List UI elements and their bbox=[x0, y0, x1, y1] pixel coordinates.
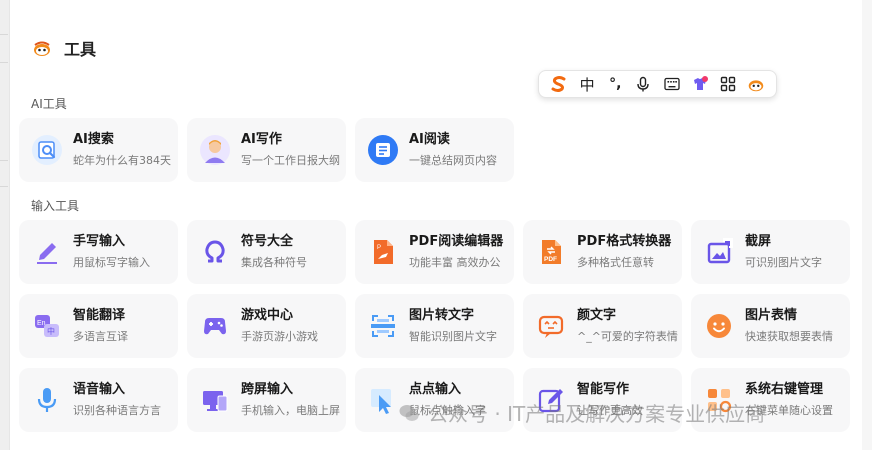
panel-title: 工具 bbox=[64, 40, 97, 59]
keyboard-icon[interactable] bbox=[661, 73, 683, 95]
tool-card-game-center[interactable]: 游戏中心手游页游小游戏 bbox=[187, 294, 346, 358]
sticker-icon bbox=[703, 310, 735, 342]
tool-card-ai-reading[interactable]: AI阅读一键总结网页内容 bbox=[355, 118, 514, 182]
tool-card-right-click[interactable]: 系统右键管理 右键菜单随心设置 bbox=[691, 368, 850, 432]
tool-name: 符号大全 bbox=[241, 234, 294, 249]
cross-screen-icon bbox=[199, 384, 231, 416]
svg-text:P: P bbox=[377, 245, 381, 251]
tool-card-handwriting[interactable]: 手写输入用鼠标写字输入 bbox=[19, 220, 178, 284]
tool-card-pdf-converter[interactable]: PDF PDF格式转换器 多种格式任意转 bbox=[523, 220, 682, 284]
handwriting-icon bbox=[31, 236, 63, 268]
tool-desc: 集成各种符号 bbox=[241, 256, 307, 269]
ime-status-toolbar: 中 °, bbox=[538, 70, 777, 98]
tool-name: 智能翻译 bbox=[73, 308, 126, 323]
svg-text:中: 中 bbox=[47, 326, 55, 336]
tool-name: 图片转文字 bbox=[409, 308, 475, 323]
svg-text:PDF: PDF bbox=[544, 256, 557, 263]
game-icon bbox=[199, 310, 231, 342]
sogou-mascot-icon bbox=[30, 36, 54, 60]
tool-name: PDF格式转换器 bbox=[577, 234, 672, 249]
pdf-reader-icon: P bbox=[367, 236, 399, 268]
grid-icon[interactable] bbox=[717, 73, 739, 95]
chinese-mode-label: 中 bbox=[579, 75, 595, 94]
tool-card-ai-search[interactable]: AI搜索蛇年为什么有384天 bbox=[19, 118, 178, 182]
tool-name: AI阅读 bbox=[409, 132, 450, 147]
tool-desc: 多种格式任意转 bbox=[577, 256, 654, 269]
tool-card-pdf-reader[interactable]: P PDF阅读编辑器 功能丰富 高效办公 bbox=[355, 220, 514, 284]
panel-header: 工具 bbox=[30, 36, 96, 60]
tool-desc: 写一个工作日报大纲 bbox=[241, 154, 340, 167]
tool-desc: 可识别图片文字 bbox=[745, 256, 822, 269]
tool-card-cross-screen[interactable]: 跨屏输入手机输入，电脑上屏 bbox=[187, 368, 346, 432]
translate-icon: En 中 bbox=[31, 310, 63, 342]
tool-desc: 快速获取想要表情 bbox=[745, 330, 833, 343]
section-label-ai-tools: AI工具 bbox=[31, 97, 67, 111]
tool-desc: 手游页游小游戏 bbox=[241, 330, 318, 343]
tool-name: 语音输入 bbox=[73, 382, 126, 397]
screenshot-icon bbox=[703, 236, 735, 268]
tool-desc: 多语言互译 bbox=[73, 330, 128, 343]
background-window-edge-right bbox=[862, 0, 872, 450]
tool-desc: 让写作更高效 bbox=[577, 404, 643, 417]
ai-reading-icon bbox=[367, 134, 399, 166]
pdf-converter-icon: PDF bbox=[535, 236, 567, 268]
tool-desc: 用鼠标写字输入 bbox=[73, 256, 150, 269]
tool-card-ai-writing[interactable]: AI写作写一个工作日报大纲 bbox=[187, 118, 346, 182]
skin-icon[interactable] bbox=[689, 73, 711, 95]
sogou-s-icon[interactable] bbox=[548, 73, 570, 95]
punctuation-button[interactable]: °, bbox=[604, 73, 626, 95]
tool-name: 游戏中心 bbox=[241, 308, 294, 323]
tool-desc: 蛇年为什么有384天 bbox=[73, 154, 171, 167]
section-label-input-tools: 输入工具 bbox=[31, 199, 80, 213]
symbol-icon bbox=[199, 236, 231, 268]
ai-search-icon bbox=[31, 134, 63, 166]
chinese-mode-button[interactable]: 中 bbox=[576, 73, 598, 95]
tool-name: 系统右键管理 bbox=[745, 382, 824, 397]
ocr-icon bbox=[367, 310, 399, 342]
tool-desc: ^_^可爱的字符表情 bbox=[577, 330, 678, 343]
tool-name: PDF阅读编辑器 bbox=[409, 234, 504, 249]
tool-name: 图片表情 bbox=[745, 308, 798, 323]
tool-card-kaomoji[interactable]: 颜文字 ^_^可爱的字符表情 bbox=[523, 294, 682, 358]
smart-writing-icon bbox=[535, 384, 567, 416]
ai-writing-icon bbox=[199, 134, 231, 166]
microphone-icon[interactable] bbox=[632, 73, 654, 95]
kaomoji-icon bbox=[535, 310, 567, 342]
right-click-icon bbox=[703, 384, 735, 416]
tool-name: 点点输入 bbox=[409, 382, 462, 397]
tool-desc: 智能识别图片文字 bbox=[409, 330, 497, 343]
tool-desc: 鼠标点触输入字 bbox=[409, 404, 486, 417]
tool-name: AI搜索 bbox=[73, 132, 114, 147]
tool-name: 跨屏输入 bbox=[241, 382, 294, 397]
tool-card-smart-writing[interactable]: 智能写作让写作更高效 bbox=[523, 368, 682, 432]
tool-desc: 右键菜单随心设置 bbox=[745, 404, 833, 417]
tool-card-ocr[interactable]: 图片转文字智能识别图片文字 bbox=[355, 294, 514, 358]
tool-name: 智能写作 bbox=[577, 382, 630, 397]
tool-card-voice-input[interactable]: 语音输入识别各种语言方言 bbox=[19, 368, 178, 432]
mascot-icon[interactable] bbox=[745, 73, 767, 95]
tool-desc: 识别各种语言方言 bbox=[73, 404, 161, 417]
tool-name: 手写输入 bbox=[73, 234, 126, 249]
tool-name: 颜文字 bbox=[577, 308, 617, 323]
tool-card-screenshot[interactable]: 截屏 可识别图片文字 bbox=[691, 220, 850, 284]
voice-input-icon bbox=[31, 384, 63, 416]
punctuation-label: °, bbox=[609, 76, 622, 92]
tool-card-sticker[interactable]: 图片表情快速获取想要表情 bbox=[691, 294, 850, 358]
click-input-icon bbox=[367, 384, 399, 416]
tool-name: 截屏 bbox=[745, 234, 772, 249]
tool-desc: 一键总结网页内容 bbox=[409, 154, 497, 167]
tool-card-click-input[interactable]: 点点输入鼠标点触输入字 bbox=[355, 368, 514, 432]
tool-desc: 功能丰富 高效办公 bbox=[409, 256, 501, 269]
tool-card-translate[interactable]: En 中 智能翻译多语言互译 bbox=[19, 294, 178, 358]
tool-card-symbols[interactable]: 符号大全集成各种符号 bbox=[187, 220, 346, 284]
tool-name: AI写作 bbox=[241, 132, 282, 147]
tool-desc: 手机输入，电脑上屏 bbox=[241, 404, 340, 417]
